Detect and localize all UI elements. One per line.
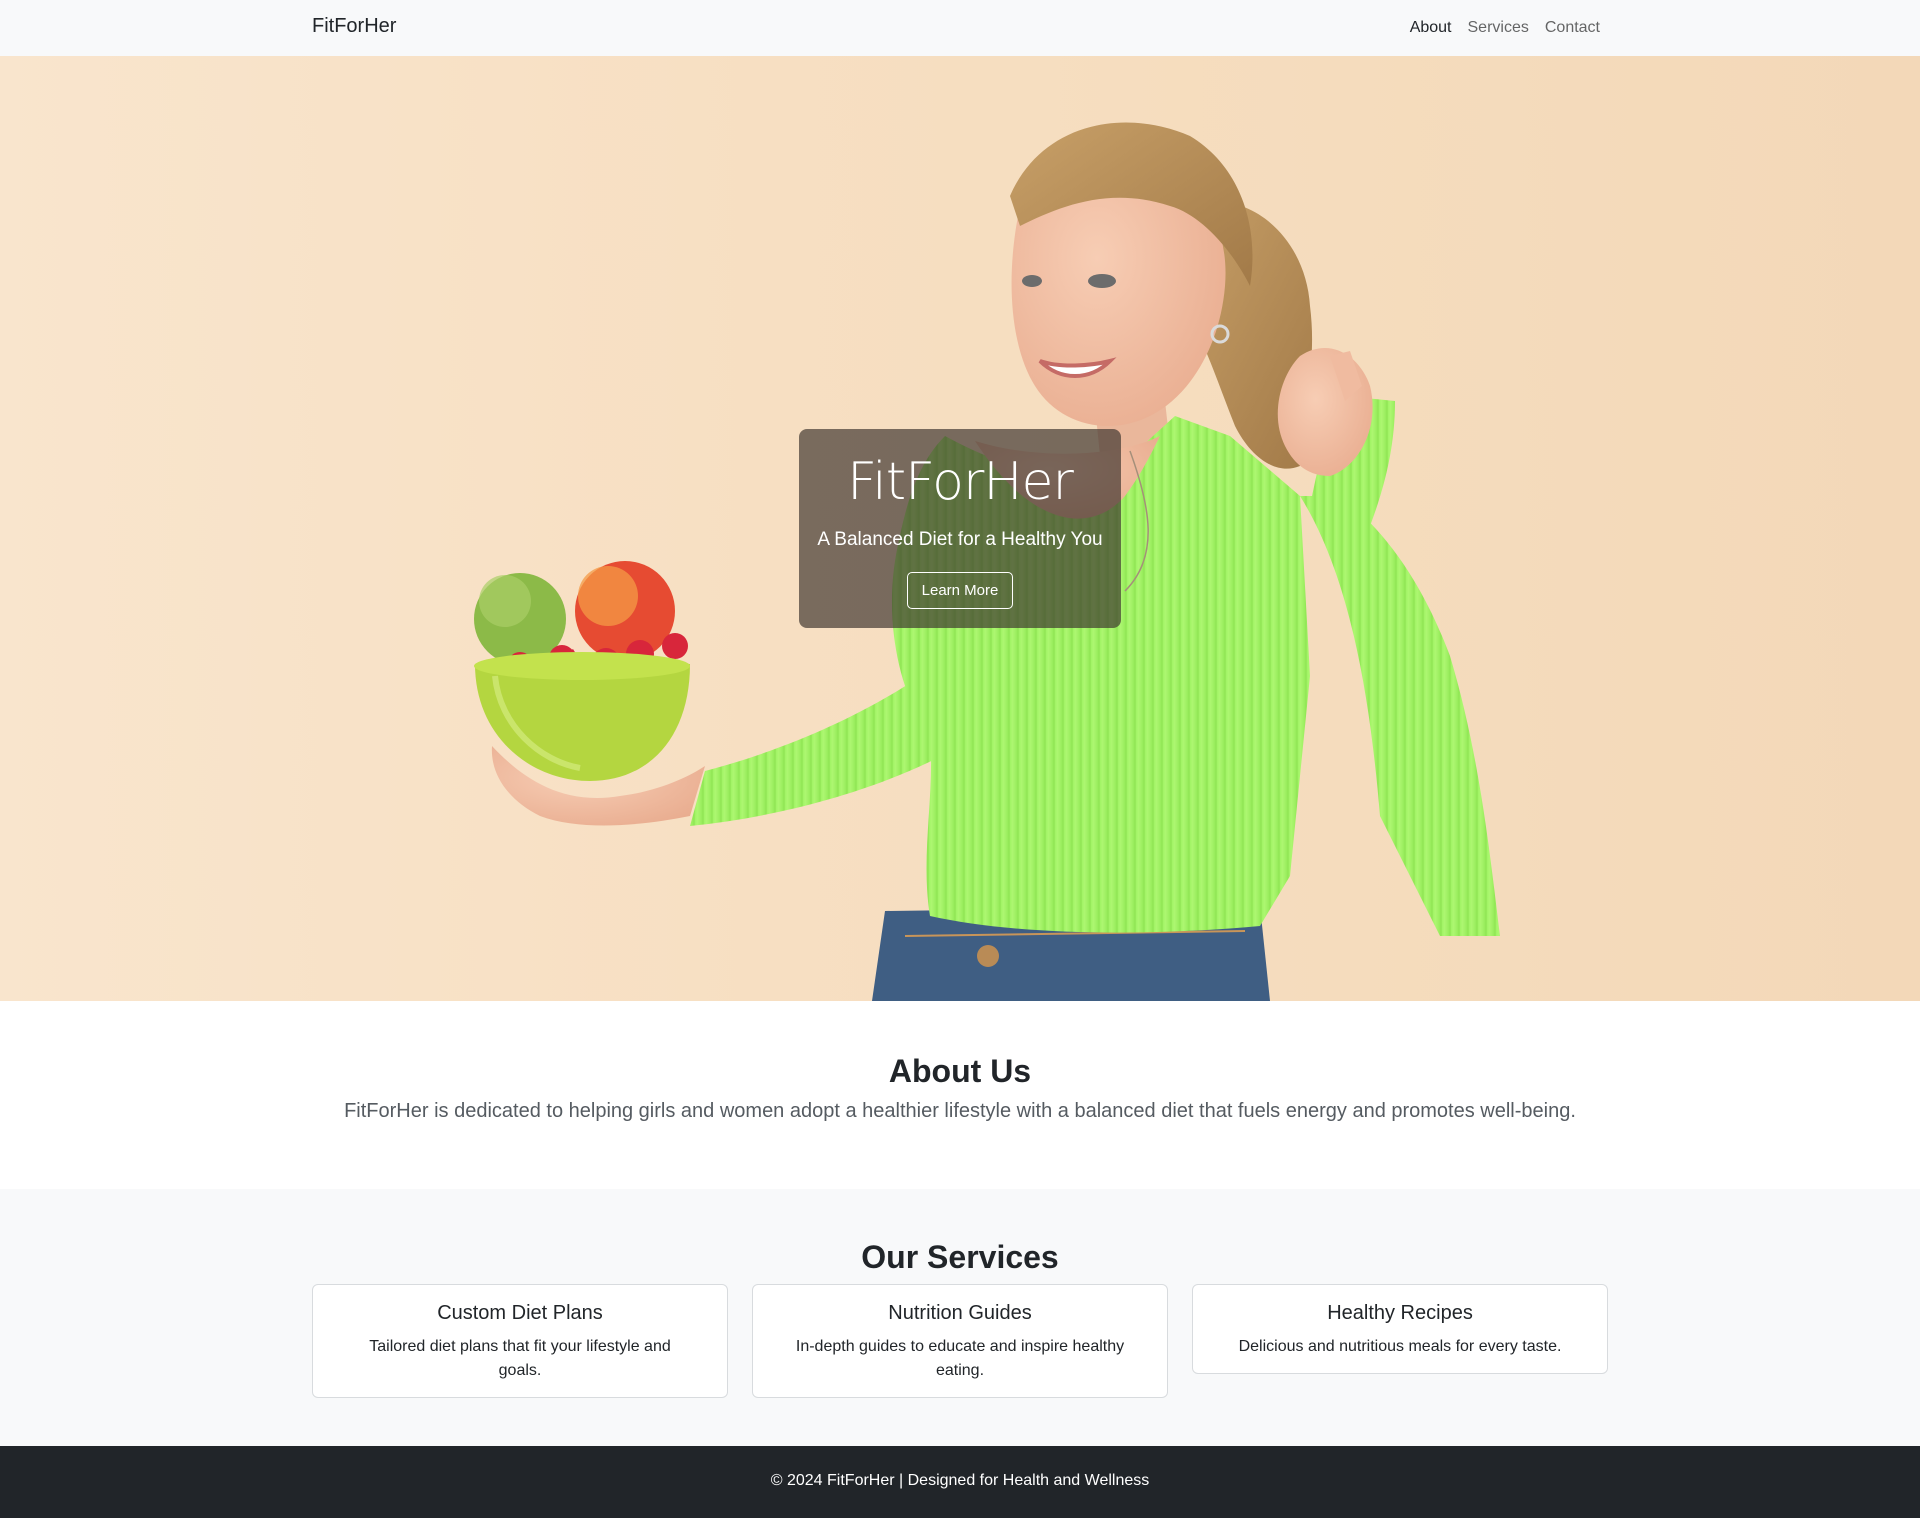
hero-section: FitForHer A Balanced Diet for a Healthy … [0,56,1920,1001]
nav-item-about: About [1410,19,1452,37]
nav-link-about[interactable]: About [1410,19,1452,36]
service-card-title: Custom Diet Plans [437,1302,603,1324]
brand-logo[interactable]: FitForHer [312,15,396,38]
nav-link-services[interactable]: Services [1468,19,1529,36]
hero-subtitle: A Balanced Diet for a Healthy You [817,529,1103,550]
service-card-title: Nutrition Guides [888,1302,1032,1324]
service-card-custom-diet-plans: Custom Diet Plans Tailored diet plans th… [312,1284,728,1398]
service-card-text: Delicious and nutritious meals for every… [1238,1338,1562,1355]
footer-text: © 2024 FitForHer | Designed for Health a… [770,1472,1150,1489]
navbar: FitForHer About Services Contact [0,0,1920,56]
footer: © 2024 FitForHer | Designed for Health a… [0,1446,1920,1518]
service-card-text: Tailored diet plans that fit your lifest… [369,1338,671,1379]
about-heading: About Us [888,1053,1032,1089]
service-card-nutrition-guides: Nutrition Guides In-depth guides to educ… [752,1284,1168,1398]
nav-link-contact[interactable]: Contact [1545,19,1600,36]
services-section: Our Services Custom Diet Plans Tailored … [0,1189,1920,1446]
service-card-healthy-recipes: Healthy Recipes Delicious and nutritious… [1192,1284,1608,1374]
about-section: About Us FitForHer is dedicated to helpi… [0,1001,1920,1189]
about-text: FitForHer is dedicated to helping girls … [344,1100,1576,1122]
service-card-text: In-depth guides to educate and inspire h… [795,1338,1125,1379]
learn-more-button[interactable]: Learn More [907,572,1013,609]
nav-links: About Services Contact [1410,19,1600,37]
nav-item-contact: Contact [1545,19,1600,37]
services-heading: Our Services [861,1239,1059,1275]
hero-title: FitForHer [847,452,1074,512]
hero-overlay-card: FitForHer A Balanced Diet for a Healthy … [799,429,1121,628]
nav-item-services: Services [1468,19,1529,37]
service-card-title: Healthy Recipes [1327,1302,1473,1324]
